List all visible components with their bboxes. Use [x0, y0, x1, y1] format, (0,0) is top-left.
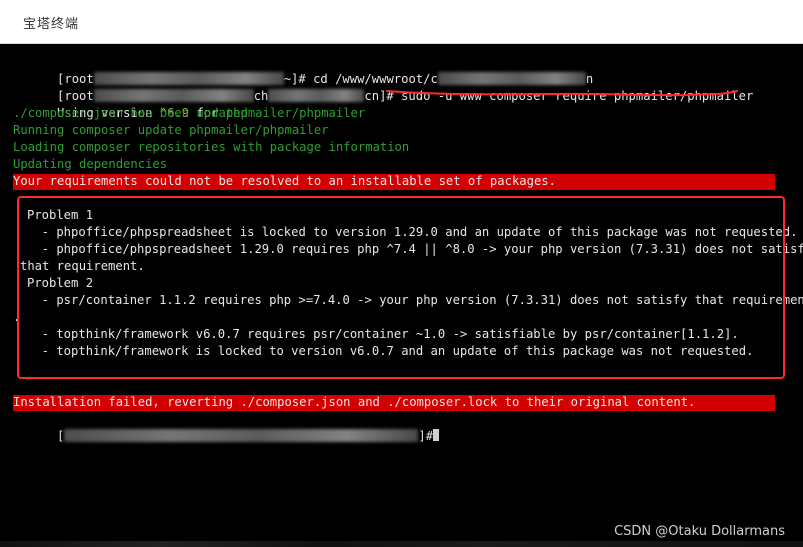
using-version-line: Using version ^6.9 for phpmailer/phpmail… [13, 88, 365, 120]
running-update: Running composer update phpmailer/phpmai… [13, 123, 329, 137]
highlight-box [17, 196, 785, 379]
loading-repos: Loading composer repositories with packa… [13, 140, 410, 154]
underline-annotation [386, 90, 738, 97]
watermark: CSDN @Otaku Dollarmans [614, 524, 785, 539]
final-prompt-start: [ [57, 429, 65, 443]
redacted-prompt [64, 429, 419, 442]
install-failed-message: Installation failed, reverting ./compose… [13, 395, 696, 409]
updating-deps: Updating dependencies [13, 157, 168, 171]
cursor [433, 429, 440, 441]
error-message: Your requirements could not be resolved … [13, 174, 556, 188]
final-prompt-end: ]# [418, 429, 434, 443]
final-prompt: [ ]# [13, 411, 440, 443]
composer-json-updated: ./composer.json has been updated [13, 106, 248, 120]
prompt-line-cd: [root ~]# cd /www/wwwroot/c n [13, 54, 593, 86]
bottom-edge [0, 541, 803, 547]
terminal-window: 宝塔终端 [root ~]# cd /www/wwwroot/c n [root ch… [0, 0, 803, 547]
title-bar: 宝塔终端 [0, 0, 803, 44]
window-title: 宝塔终端 [23, 17, 80, 32]
